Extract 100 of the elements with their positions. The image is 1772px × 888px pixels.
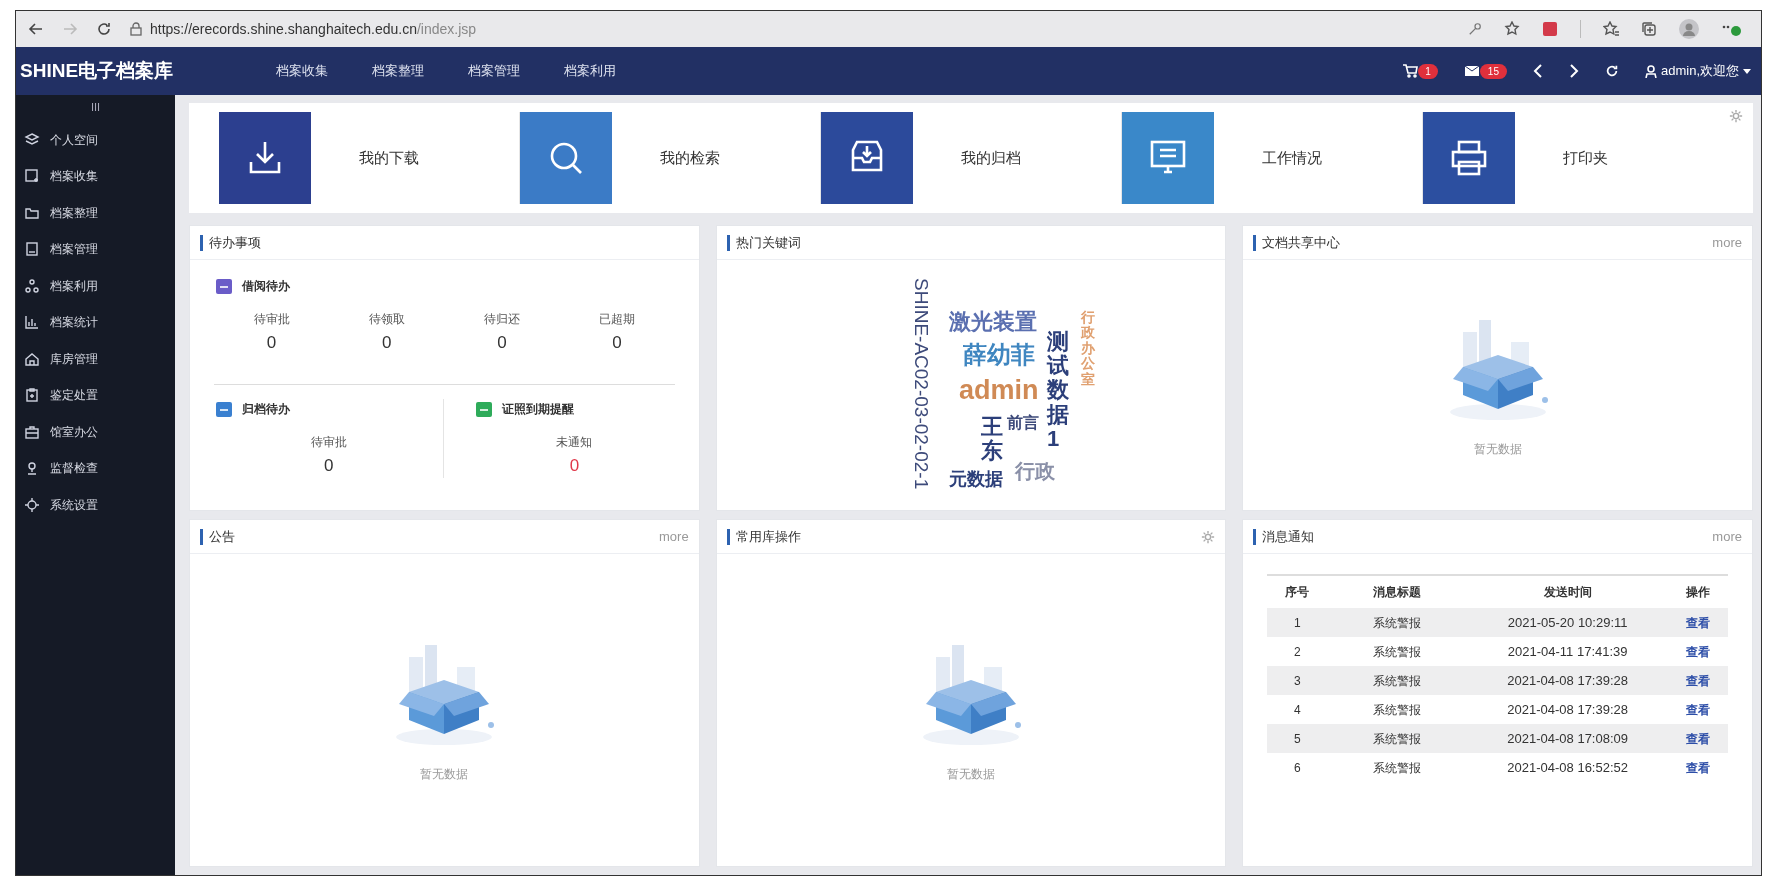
back-icon[interactable] bbox=[28, 21, 44, 37]
keyword[interactable]: 激光装置 bbox=[949, 310, 1037, 335]
section-title: 证照到期提醒 bbox=[502, 400, 575, 418]
stat-value: 0 bbox=[266, 332, 277, 354]
empty-message: 暂无数据 bbox=[1473, 441, 1522, 458]
table-cell-text: 2021-05-20 10:29:11 bbox=[1507, 613, 1628, 632]
panel-title: 文档共享中心 bbox=[1262, 233, 1341, 252]
shortcut-tile[interactable] bbox=[1122, 112, 1214, 204]
view-link[interactable]: 查看 bbox=[1686, 758, 1710, 777]
table-cell-text: 系统警报 bbox=[1373, 730, 1422, 748]
sidebar-toggle[interactable]: III bbox=[90, 99, 101, 116]
user-menu[interactable]: admin,欢迎您 bbox=[1644, 61, 1751, 81]
stat-value: 0 bbox=[382, 332, 392, 354]
share-icon bbox=[24, 277, 40, 294]
sidebar-item[interactable]: 监督检查 bbox=[16, 450, 175, 487]
accent-bar bbox=[200, 528, 203, 545]
table-cell-text: 2021-04-08 17:39:28 bbox=[1507, 700, 1628, 719]
panel-title: 常用库操作 bbox=[735, 527, 801, 546]
keyword[interactable]: 王东 bbox=[981, 415, 1003, 464]
lock-icon bbox=[130, 22, 142, 36]
table-cell-text: 系统警报 bbox=[1373, 759, 1422, 777]
panel-title: 热门关键词 bbox=[735, 233, 801, 252]
key-icon[interactable] bbox=[1468, 22, 1482, 36]
view-link[interactable]: 查看 bbox=[1686, 642, 1710, 661]
empty-message: 暂无数据 bbox=[420, 766, 469, 783]
table-cell-text: 系统警报 bbox=[1373, 643, 1422, 661]
shortcut-tile[interactable] bbox=[520, 112, 612, 204]
user-icon bbox=[1644, 64, 1657, 78]
nav-link[interactable]: 档案整理 bbox=[372, 61, 424, 81]
briefcase-icon bbox=[24, 423, 40, 440]
sidebar-item[interactable]: 馆室办公 bbox=[16, 413, 175, 450]
sidebar-item[interactable]: 个人空间 bbox=[16, 121, 175, 158]
table-cell-text: 1 bbox=[1294, 614, 1301, 632]
sidebar-item[interactable]: 档案统计 bbox=[16, 304, 175, 341]
shortcut-tile[interactable] bbox=[219, 112, 311, 204]
sidebar-item[interactable]: 库房管理 bbox=[16, 340, 175, 377]
cart-icon[interactable] bbox=[1402, 64, 1419, 78]
count-badge: 1 bbox=[1418, 63, 1438, 79]
keyword[interactable]: 测试数据1 bbox=[1047, 330, 1069, 451]
table-cell-text: 4 bbox=[1294, 701, 1301, 719]
shortcut-tile[interactable] bbox=[1423, 112, 1515, 204]
stat-label: 待领取 bbox=[368, 311, 405, 328]
shortcut-label: 我的归档 bbox=[961, 147, 1021, 168]
sidebar-item[interactable]: 档案收集 bbox=[16, 158, 175, 195]
shortcut-label: 我的下载 bbox=[359, 147, 419, 168]
nav-link[interactable]: 档案管理 bbox=[468, 61, 520, 81]
collections-icon[interactable] bbox=[1641, 21, 1657, 37]
shortcut-tile[interactable] bbox=[821, 112, 913, 204]
sidebar-item[interactable]: 系统设置 bbox=[16, 486, 175, 523]
accent-bar bbox=[1253, 234, 1257, 251]
star-add-icon[interactable] bbox=[1504, 21, 1520, 37]
panel-title: 消息通知 bbox=[1262, 527, 1315, 546]
extension-icon[interactable] bbox=[1542, 21, 1558, 37]
mail-icon[interactable] bbox=[1463, 65, 1480, 77]
keyword[interactable]: 前言 bbox=[1007, 414, 1039, 432]
chevron-right-icon[interactable] bbox=[1568, 64, 1579, 78]
table-cell-text: 2 bbox=[1294, 643, 1301, 661]
empty-message: 暂无数据 bbox=[947, 766, 995, 783]
nav-link[interactable]: 档案利用 bbox=[564, 61, 616, 81]
keyword[interactable]: SHINE-AC02-03-02-02-1 bbox=[910, 278, 931, 490]
avatar-icon[interactable] bbox=[1679, 19, 1699, 39]
accent-bar bbox=[1253, 528, 1257, 545]
panel-title: 公告 bbox=[209, 527, 235, 546]
sidebar-item[interactable]: 鉴定处置 bbox=[16, 377, 175, 414]
address-field[interactable]: https://erecords.shine.shanghaitech.edu.cn/index.jsp bbox=[150, 18, 477, 40]
view-link[interactable]: 查看 bbox=[1686, 700, 1710, 719]
shortcut-label: 打印夹 bbox=[1563, 147, 1608, 168]
section-title: 借阅待办 bbox=[242, 278, 290, 295]
accent-bar bbox=[200, 234, 203, 251]
stat-label: 待归还 bbox=[483, 311, 520, 328]
table-cell-text: 2021-04-08 16:52:52 bbox=[1507, 758, 1628, 777]
favorites-icon[interactable] bbox=[1603, 21, 1619, 37]
column-header: 序号 bbox=[1285, 584, 1310, 601]
sidebar-item[interactable]: 档案利用 bbox=[16, 267, 175, 304]
keyword[interactable]: 元数据 bbox=[949, 470, 1003, 490]
sidebar-item[interactable]: 档案整理 bbox=[16, 194, 175, 231]
table-cell-text: 系统警报 bbox=[1373, 701, 1422, 719]
table-cell-text: 6 bbox=[1294, 759, 1301, 777]
refresh-icon[interactable] bbox=[1604, 64, 1619, 78]
column-header: 消息标题 bbox=[1373, 584, 1422, 601]
layers-icon bbox=[24, 131, 40, 148]
view-link[interactable]: 查看 bbox=[1686, 613, 1710, 632]
table-cell-text: 2021-04-08 17:08:09 bbox=[1507, 729, 1628, 748]
chevron-left-icon[interactable] bbox=[1532, 64, 1543, 78]
keyword[interactable]: 薛幼菲 bbox=[963, 342, 1035, 369]
reload-icon[interactable] bbox=[96, 21, 112, 37]
chart-icon bbox=[24, 314, 40, 331]
accent-bar bbox=[726, 528, 730, 545]
table-cell-text: 系统警报 bbox=[1373, 672, 1422, 690]
stat-value: 0 bbox=[497, 332, 507, 354]
count-badge: 15 bbox=[1479, 63, 1507, 79]
view-link[interactable]: 查看 bbox=[1686, 671, 1710, 690]
view-link[interactable]: 查看 bbox=[1686, 729, 1710, 748]
brand-logo: SHINE电子档案库 bbox=[19, 58, 175, 83]
sidebar-item[interactable]: 档案管理 bbox=[16, 231, 175, 268]
column-header: 操作 bbox=[1686, 584, 1710, 601]
nav-link[interactable]: 档案收集 bbox=[276, 61, 328, 81]
shortcut-label: 我的检索 bbox=[660, 147, 720, 168]
table-cell-text: 2021-04-08 17:39:28 bbox=[1507, 671, 1628, 690]
home-icon bbox=[24, 350, 40, 367]
